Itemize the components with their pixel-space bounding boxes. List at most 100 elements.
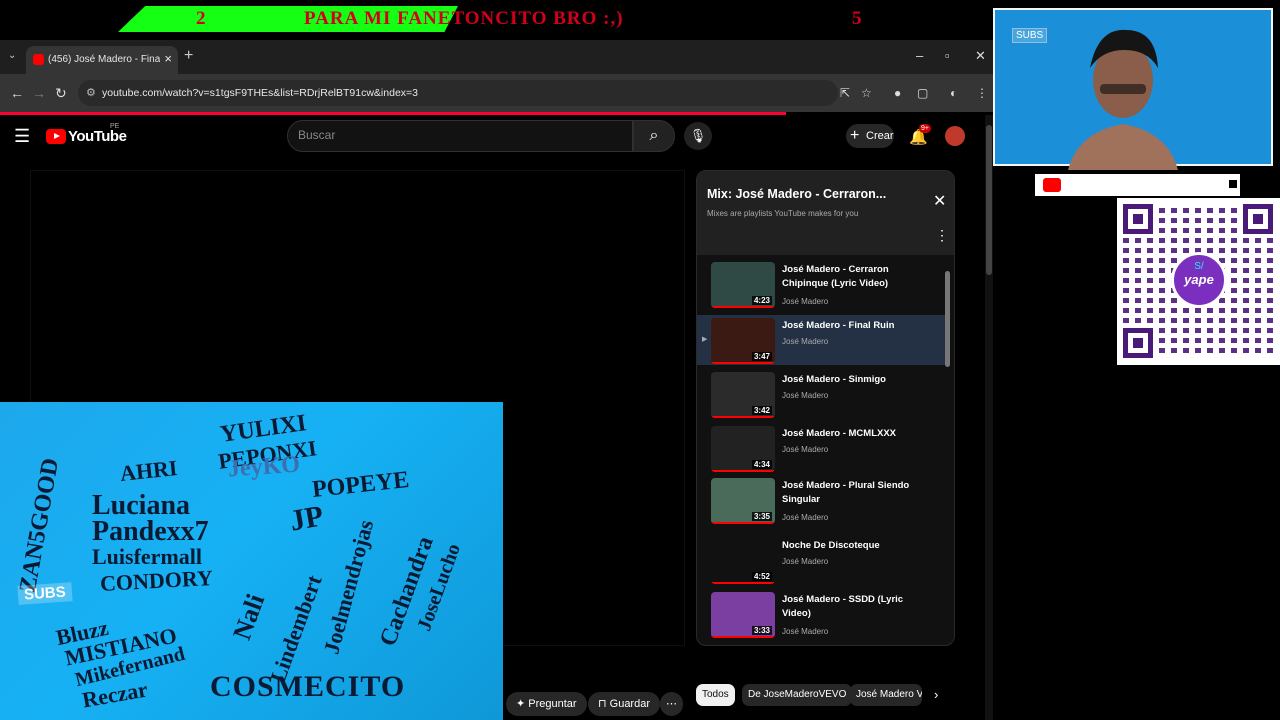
chip-josemaderovevo[interactable]: De JoseMaderoVEVO bbox=[742, 684, 853, 706]
region-code: PE bbox=[110, 123, 120, 130]
video-channel: José Madero bbox=[782, 513, 829, 522]
back-icon[interactable]: ← bbox=[10, 85, 24, 101]
youtube-icon bbox=[1043, 178, 1061, 192]
maximize-icon[interactable]: ▫ bbox=[945, 48, 950, 63]
playlist-more-icon[interactable]: ⋮ bbox=[935, 227, 949, 244]
more-icon: ⋯ bbox=[666, 698, 677, 710]
reload-icon[interactable]: ↻ bbox=[55, 85, 67, 102]
yape-qr-code: S/ yape bbox=[1117, 198, 1280, 365]
banner-message: PARA MI FANETONCITO BRO :,) bbox=[304, 8, 624, 29]
browser-menu-icon[interactable]: ⋮ bbox=[976, 86, 988, 100]
video-title[interactable]: Noche De Discoteque bbox=[782, 539, 912, 553]
ask-button[interactable]: ✦ Preguntar bbox=[506, 692, 587, 716]
site-info-icon[interactable]: ⚙ bbox=[86, 86, 96, 99]
close-window-icon[interactable]: ✕ bbox=[975, 48, 986, 64]
forward-icon[interactable]: → bbox=[32, 85, 46, 101]
wall-name: AHRI bbox=[118, 455, 179, 486]
bookmark-star-icon[interactable]: ☆ bbox=[861, 86, 872, 100]
playlist-item[interactable]: 4:34 José Madero - MCMLXXX José Madero bbox=[697, 423, 947, 475]
extensions-puzzle-icon[interactable]: ▢ bbox=[917, 86, 928, 100]
voice-search-button[interactable]: 🎙 bbox=[684, 122, 712, 150]
video-thumbnail[interactable]: 3:35 bbox=[711, 478, 775, 524]
playlist-subtitle: Mixes are playlists YouTube makes for yo… bbox=[707, 209, 859, 218]
page-load-progress bbox=[0, 112, 786, 115]
video-duration: 3:42 bbox=[751, 406, 772, 415]
video-thumbnail[interactable]: 3:33 bbox=[711, 592, 775, 638]
subscribers-wall-overlay: YULIXI PEPONXI AHRI JeyKO POPEYE Luciana… bbox=[0, 402, 503, 720]
url-field[interactable]: ⚙ youtube.com/watch?v=s1tgsF9THEs&list=R… bbox=[78, 80, 838, 106]
create-button[interactable]: + Crear bbox=[846, 124, 894, 148]
watched-progress bbox=[711, 582, 775, 584]
watched-progress bbox=[711, 306, 775, 308]
browser-address-bar: ← → ↻ ⚙ youtube.com/watch?v=s1tgsF9THEs&… bbox=[0, 74, 993, 112]
notification-badge: 9+ bbox=[919, 124, 931, 133]
video-duration: 4:23 bbox=[751, 296, 772, 305]
video-channel: José Madero bbox=[782, 337, 829, 346]
playlist-item[interactable]: ▶ 3:47 José Madero - Final Ruin José Madero bbox=[697, 315, 947, 365]
video-title[interactable]: José Madero - Sinmigo bbox=[782, 373, 912, 387]
minimize-icon[interactable]: – bbox=[916, 48, 923, 63]
chevron-right-icon[interactable]: › bbox=[934, 687, 938, 702]
youtube-strip bbox=[995, 174, 1272, 196]
save-button[interactable]: ⊓ Guardar bbox=[588, 692, 660, 716]
webcam-subs-label: SUBS bbox=[1012, 28, 1048, 43]
chip-todos[interactable]: Todos bbox=[696, 684, 735, 706]
close-tab-icon[interactable]: × bbox=[164, 51, 172, 66]
video-thumbnail[interactable]: 4:52 bbox=[711, 538, 775, 584]
playlist-title[interactable]: Mix: José Madero - Cerraron... bbox=[707, 187, 886, 201]
tab-search-icon[interactable]: ⌄ bbox=[8, 50, 16, 61]
video-channel: José Madero bbox=[782, 297, 829, 306]
sparkle-icon: ✦ bbox=[516, 698, 529, 710]
video-title[interactable]: José Madero - Plural Siendo Singular bbox=[782, 479, 912, 507]
close-playlist-icon[interactable]: ✕ bbox=[933, 191, 946, 211]
playlist-scrollbar[interactable] bbox=[945, 259, 950, 639]
wall-name: JP bbox=[287, 499, 326, 538]
save-label: Guardar bbox=[609, 698, 650, 710]
wall-name: CONDORY bbox=[99, 565, 214, 596]
profile-icon[interactable]: ◐ bbox=[950, 86, 957, 100]
strip-black-left bbox=[995, 174, 1035, 196]
page-scrollbar[interactable] bbox=[985, 115, 993, 720]
avatar[interactable] bbox=[945, 126, 965, 146]
search-input[interactable] bbox=[298, 128, 618, 142]
extension-icon[interactable]: ● bbox=[894, 86, 901, 100]
install-icon[interactable]: ⇱ bbox=[840, 86, 850, 100]
banner-right-number: 5 bbox=[852, 8, 863, 29]
video-thumbnail[interactable]: 3:42 bbox=[711, 372, 775, 418]
video-duration: 4:34 bbox=[751, 460, 772, 469]
wall-name: COSMECITO bbox=[210, 670, 406, 703]
banner-left-number: 2 bbox=[196, 8, 207, 29]
playlist-header: Mix: José Madero - Cerraron... Mixes are… bbox=[697, 171, 954, 255]
yape-wordmark: yape bbox=[1184, 272, 1214, 287]
video-title[interactable]: José Madero - Final Ruin bbox=[782, 319, 912, 333]
wall-name: JeyKO bbox=[227, 451, 301, 483]
wall-name: Nali bbox=[227, 590, 271, 644]
hamburger-menu-icon[interactable]: ☰ bbox=[14, 126, 30, 147]
video-thumbnail[interactable]: 4:34 bbox=[711, 426, 775, 472]
playlist-item[interactable]: 4:23 José Madero - Cerraron Chipinque (Ly… bbox=[697, 259, 947, 313]
video-thumbnail[interactable]: 3:47 bbox=[711, 318, 775, 364]
youtube-favicon-icon bbox=[33, 54, 44, 65]
video-title[interactable]: José Madero - SSDD (Lyric Video) bbox=[782, 593, 912, 621]
wall-name: POPEYE bbox=[310, 466, 411, 504]
search-box[interactable] bbox=[287, 120, 633, 152]
watched-progress bbox=[711, 470, 775, 472]
video-duration: 3:33 bbox=[751, 626, 772, 635]
video-title[interactable]: José Madero - Cerraron Chipinque (Lyric … bbox=[782, 263, 912, 291]
watched-progress bbox=[711, 636, 775, 638]
chip-jose-madero[interactable]: José Madero Vi bbox=[850, 684, 922, 706]
playlist-item[interactable]: 3:35 José Madero - Plural Siendo Singular… bbox=[697, 475, 947, 533]
ask-label: Preguntar bbox=[528, 698, 577, 710]
new-tab-icon[interactable]: + bbox=[184, 47, 193, 65]
playlist-item[interactable]: 3:33 José Madero - SSDD (Lyric Video) José… bbox=[697, 589, 947, 645]
browser-tab[interactable]: (456) José Madero - Final Ruin × bbox=[26, 46, 178, 74]
plus-icon: + bbox=[850, 127, 860, 144]
search-button[interactable]: ⌕ bbox=[633, 120, 675, 152]
more-actions-button[interactable]: ⋯ bbox=[660, 692, 683, 716]
playlist-item[interactable]: 3:42 José Madero - Sinmigo José Madero bbox=[697, 369, 947, 421]
video-thumbnail[interactable]: 4:23 bbox=[711, 262, 775, 308]
youtube-play-icon bbox=[46, 129, 66, 144]
playlist-item[interactable]: 4:52 Noche De Discoteque José Madero bbox=[697, 535, 947, 587]
video-title[interactable]: José Madero - MCMLXXX bbox=[782, 427, 912, 441]
watched-progress bbox=[711, 416, 775, 418]
